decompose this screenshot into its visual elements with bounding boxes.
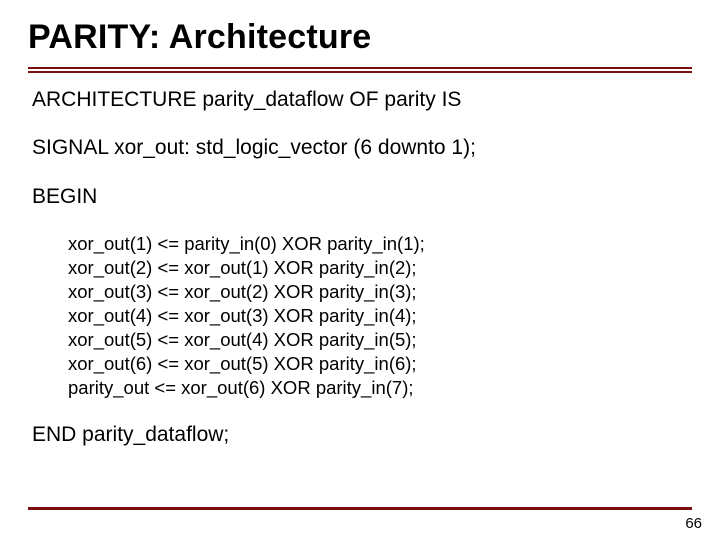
slide-body: ARCHITECTURE parity_dataflow OF parity I… [0, 73, 720, 448]
slide-title: PARITY: Architecture [0, 0, 720, 67]
code-stmt: xor_out(6) <= xor_out(5) XOR parity_in(6… [68, 352, 688, 376]
code-begin: BEGIN [32, 184, 688, 210]
code-stmt: parity_out <= xor_out(6) XOR parity_in(7… [68, 376, 688, 400]
code-stmt: xor_out(4) <= xor_out(3) XOR parity_in(4… [68, 304, 688, 328]
code-stmt: xor_out(5) <= xor_out(4) XOR parity_in(5… [68, 328, 688, 352]
code-statements: xor_out(1) <= parity_in(0) XOR parity_in… [32, 232, 688, 400]
bottom-rule [28, 507, 692, 510]
title-rule [0, 67, 720, 73]
code-end: END parity_dataflow; [32, 422, 688, 448]
page-number: 66 [685, 515, 702, 532]
code-signal-decl: SIGNAL xor_out: std_logic_vector (6 down… [32, 135, 688, 161]
code-stmt: xor_out(2) <= xor_out(1) XOR parity_in(2… [68, 256, 688, 280]
slide: PARITY: Architecture ARCHITECTURE parity… [0, 0, 720, 540]
code-arch-decl: ARCHITECTURE parity_dataflow OF parity I… [32, 87, 688, 113]
code-stmt: xor_out(3) <= xor_out(2) XOR parity_in(3… [68, 280, 688, 304]
code-stmt: xor_out(1) <= parity_in(0) XOR parity_in… [68, 232, 688, 256]
